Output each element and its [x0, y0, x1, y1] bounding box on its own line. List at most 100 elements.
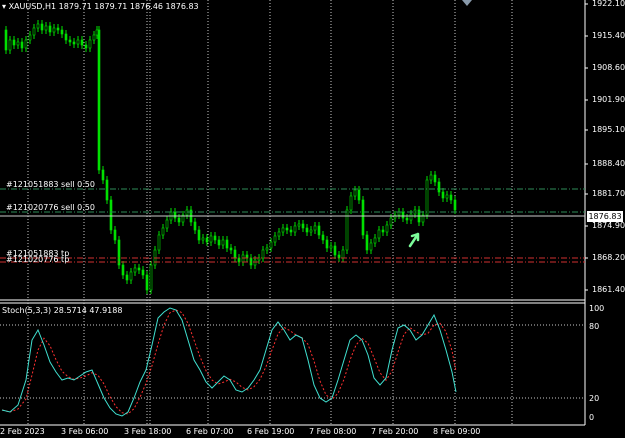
candle-body [101, 169, 105, 181]
candle-body [373, 237, 377, 244]
candle-body [68, 39, 72, 43]
candle-body [389, 217, 393, 226]
candle-body [357, 189, 361, 201]
candle-body [273, 235, 277, 243]
candle-body [48, 25, 52, 33]
candle-body [305, 227, 309, 233]
candle-body [313, 225, 317, 231]
candle-body [205, 237, 209, 243]
candle-body [209, 235, 213, 243]
candle-body [80, 39, 84, 46]
candle-body [4, 29, 8, 51]
candle-body [40, 23, 44, 31]
candle-body [433, 174, 437, 183]
candle-body [281, 227, 285, 233]
candle-body [125, 274, 129, 281]
candle-body [265, 247, 269, 251]
candle-body [105, 179, 109, 201]
candle-body [369, 242, 373, 251]
candle-body [321, 234, 325, 241]
price-tick-label: 1888.40 [592, 159, 625, 168]
candle-body [145, 274, 149, 291]
candle-body [95, 29, 99, 36]
stoch-title: Stoch(5,3,3) 28.5714 47.9188 [2, 306, 123, 315]
candle-body [32, 27, 36, 36]
candle-body [381, 229, 385, 233]
stoch-tick-label: 20 [589, 394, 600, 403]
candle-body [28, 34, 32, 41]
candle-body [137, 267, 141, 271]
candle-body [72, 41, 76, 45]
candle-body [109, 199, 113, 231]
candle-body [225, 239, 229, 249]
time-tick-label: 7 Feb 08:00 [309, 427, 357, 436]
stoch-tick-label: 100 [589, 304, 605, 313]
candle-body [16, 41, 20, 46]
candle-body [301, 223, 305, 229]
candle-body [297, 223, 301, 227]
candle-body [64, 33, 68, 41]
candle-body [8, 39, 12, 51]
candle-body [52, 27, 56, 33]
candle-body [44, 25, 48, 31]
time-tick-label: 2 Feb 2023 [0, 427, 45, 436]
candle-body [333, 245, 337, 256]
candle-body [289, 229, 293, 233]
candle-body [277, 231, 281, 237]
candle-body [161, 227, 165, 236]
candle-body [285, 227, 289, 231]
candle-body [36, 23, 40, 29]
candle-body [361, 199, 365, 236]
price-tick-label: 1922.10 [592, 0, 625, 8]
candle-body [129, 271, 133, 281]
candle-body [24, 39, 28, 49]
price-tick-label: 1915.40 [592, 31, 625, 40]
candle-body [405, 217, 409, 221]
time-tick-label: 6 Feb 19:00 [247, 427, 295, 436]
candle-body [449, 194, 453, 201]
candle-body [56, 27, 60, 31]
time-tick-label: 6 Feb 07:00 [186, 427, 234, 436]
candle-body [445, 194, 449, 199]
candle-body [12, 39, 16, 46]
candle-body [317, 225, 321, 236]
candle-body [76, 39, 80, 45]
time-tick-label: 3 Feb 18:00 [124, 427, 172, 436]
candle-body [149, 264, 153, 291]
candle-body [165, 219, 169, 229]
candle-body [193, 221, 197, 231]
candle-body [329, 245, 333, 249]
ohlc-values: 1879.71 1879.71 1876.46 1876.83 [58, 2, 199, 11]
order-label: #121051883 sell 0.50 [6, 180, 95, 189]
candle-body [441, 191, 445, 199]
time-tick-label: 7 Feb 20:00 [371, 427, 419, 436]
candle-body [60, 29, 64, 35]
candle-body [309, 229, 313, 233]
candle-body [177, 217, 181, 223]
candle-body [213, 235, 217, 241]
stoch-tick-label: 80 [589, 322, 600, 331]
candle-body [92, 34, 96, 41]
candle-body [377, 229, 381, 239]
chart-window[interactable]: ▾ XAUUSD,H1 1879.71 1879.71 1876.46 1876… [0, 0, 625, 438]
shift-marker-icon[interactable] [462, 0, 472, 6]
dropdown-arrow-icon[interactable]: ▾ [2, 2, 6, 11]
candle-body [409, 213, 413, 221]
candle-body [269, 241, 273, 249]
time-tick-label: 3 Feb 06:00 [61, 427, 109, 436]
candle-body [201, 237, 205, 241]
arrow-annotation-icon[interactable] [408, 232, 420, 248]
candle-body [437, 181, 441, 193]
chart-header: ▾ XAUUSD,H1 1879.71 1879.71 1876.46 1876… [2, 2, 199, 11]
price-tick-label: 1901.90 [592, 95, 625, 104]
order-tp-label: #121020776 tp [6, 255, 70, 264]
candle-body [141, 269, 145, 276]
price-chart[interactable] [0, 0, 625, 438]
price-tick-label: 1868.20 [592, 253, 625, 262]
candle-body [113, 229, 117, 241]
candle-body [217, 239, 221, 246]
price-tick-label: 1881.70 [592, 189, 625, 198]
candle-body [88, 39, 92, 49]
candle-body [365, 234, 369, 251]
candle-body [341, 249, 345, 259]
